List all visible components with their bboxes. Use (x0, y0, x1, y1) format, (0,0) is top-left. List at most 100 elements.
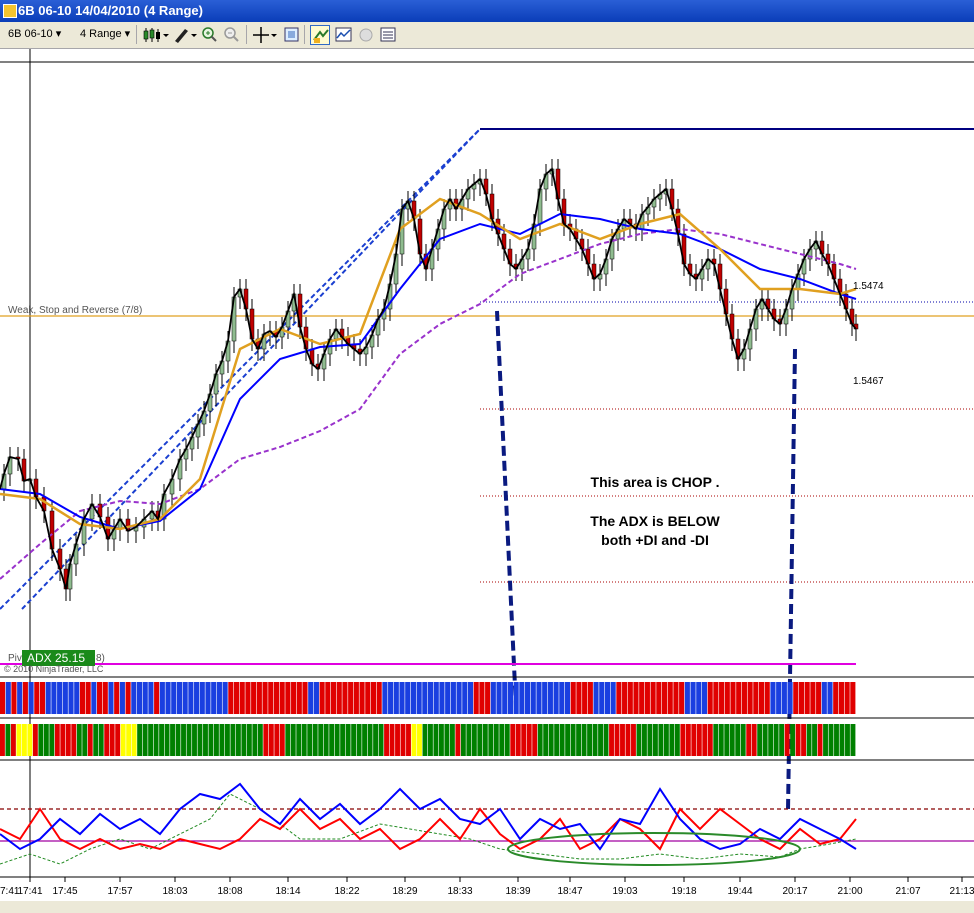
paint-bar (388, 682, 394, 714)
paint-bar (194, 682, 200, 714)
chart-trader-icon[interactable] (378, 25, 398, 45)
paint-bar (485, 682, 491, 714)
zoom-in-icon[interactable] (200, 25, 220, 45)
paint-bar (793, 682, 799, 714)
period-selector[interactable]: 4 Range ▾ (78, 26, 132, 43)
paint-bar (450, 682, 456, 714)
paint-bar (325, 682, 331, 714)
paint-bar (153, 724, 159, 756)
x-tick-label: 21:00 (837, 886, 862, 897)
drawing-tools-icon[interactable] (172, 25, 197, 45)
annotation-chop: This area is CHOP . (590, 474, 720, 490)
paint-bar (798, 682, 805, 714)
paint-bar (582, 682, 588, 714)
paint-bar (219, 724, 225, 756)
paint-bar (691, 724, 697, 756)
paint-bar (142, 724, 148, 756)
paint-bar (230, 724, 236, 756)
instrument-selector[interactable]: 6B 06-10 ▾ (6, 26, 63, 43)
paint-bar (667, 682, 673, 714)
paint-bar (34, 682, 40, 714)
paint-bar (456, 682, 462, 714)
paint-bar (0, 724, 5, 756)
paint-bar (378, 724, 384, 756)
paint-bar (85, 682, 91, 714)
candlestick-style-icon[interactable] (142, 25, 169, 45)
copyright-label: © 2010 NinjaTrader, LLC (4, 664, 104, 674)
paint-bar (154, 682, 160, 714)
paint-bar (507, 682, 513, 714)
annotation-di: both +DI and -DI (601, 532, 709, 548)
strategies-icon[interactable] (310, 25, 330, 45)
paint-bar (604, 682, 611, 714)
x-tick-label: 17:41 (17, 886, 42, 897)
horizontal-scrollbar[interactable] (0, 901, 974, 913)
paint-bar (203, 724, 208, 756)
paint-bar (199, 682, 205, 714)
paint-bar (713, 724, 719, 756)
crosshair-icon[interactable] (252, 25, 277, 45)
paint-bar (43, 724, 49, 756)
paint-bar (614, 724, 620, 756)
paint-bar (115, 724, 121, 756)
paint-bar (764, 682, 770, 714)
indicators-icon[interactable] (334, 25, 354, 45)
paint-bar (817, 724, 823, 756)
zoom-out-icon[interactable] (222, 25, 242, 45)
paint-bar (460, 724, 466, 756)
paint-bar (673, 682, 679, 714)
paint-bar (680, 724, 686, 756)
paint-bar (536, 682, 542, 714)
data-box-icon[interactable] (282, 25, 302, 45)
price-label-upper: 1.5474 (853, 281, 884, 292)
paint-bar (171, 682, 177, 714)
paint-bar (746, 724, 752, 756)
paint-bar (312, 724, 318, 756)
properties-icon[interactable] (356, 25, 376, 45)
paint-bar (610, 682, 616, 714)
paint-bar (650, 682, 656, 714)
paint-bar (758, 682, 765, 714)
period-label: 4 Range (80, 28, 122, 40)
paint-bar (827, 682, 833, 714)
paint-bar (422, 724, 428, 756)
x-tick-label: 18:22 (334, 886, 359, 897)
paint-bar (674, 724, 680, 756)
paint-bar (804, 682, 810, 714)
paint-bar (365, 682, 371, 714)
paint-bar (353, 682, 359, 714)
paint-bar (490, 682, 496, 714)
paint-bar (291, 682, 297, 714)
pivot-label: Piv (8, 653, 22, 664)
paint-bar (593, 682, 599, 714)
paint-bar (438, 724, 444, 756)
paint-bar (17, 682, 23, 714)
paint-bar (587, 682, 593, 714)
paint-bar (685, 724, 691, 756)
paint-bar (525, 682, 531, 714)
price-chart[interactable]: Weak, Stop and Reverse (7/8) 1.5474 1.54… (0, 49, 974, 913)
paint-bar (473, 682, 479, 714)
paint-bar (696, 682, 702, 714)
paint-bar (373, 724, 379, 756)
paint-bar (633, 682, 639, 714)
x-tick-label: 18:47 (557, 886, 582, 897)
paint-bar (348, 682, 354, 714)
paint-bar (770, 682, 776, 714)
paint-bar (757, 724, 763, 756)
paint-bar (570, 682, 576, 714)
paint-bar (554, 724, 560, 756)
paint-bar (262, 682, 268, 714)
paint-bar (547, 682, 553, 714)
paint-bar (433, 682, 439, 714)
paint-bar (707, 724, 713, 756)
paint-bar (684, 682, 690, 714)
paint-bar (559, 682, 565, 714)
paint-bar (587, 724, 593, 756)
paint-bar (548, 724, 554, 756)
paint-bar (406, 724, 411, 756)
paint-bar (22, 682, 28, 714)
level-label: Weak, Stop and Reverse (7/8) (8, 305, 142, 316)
paint-bar (740, 724, 746, 756)
paint-bar (356, 724, 362, 756)
